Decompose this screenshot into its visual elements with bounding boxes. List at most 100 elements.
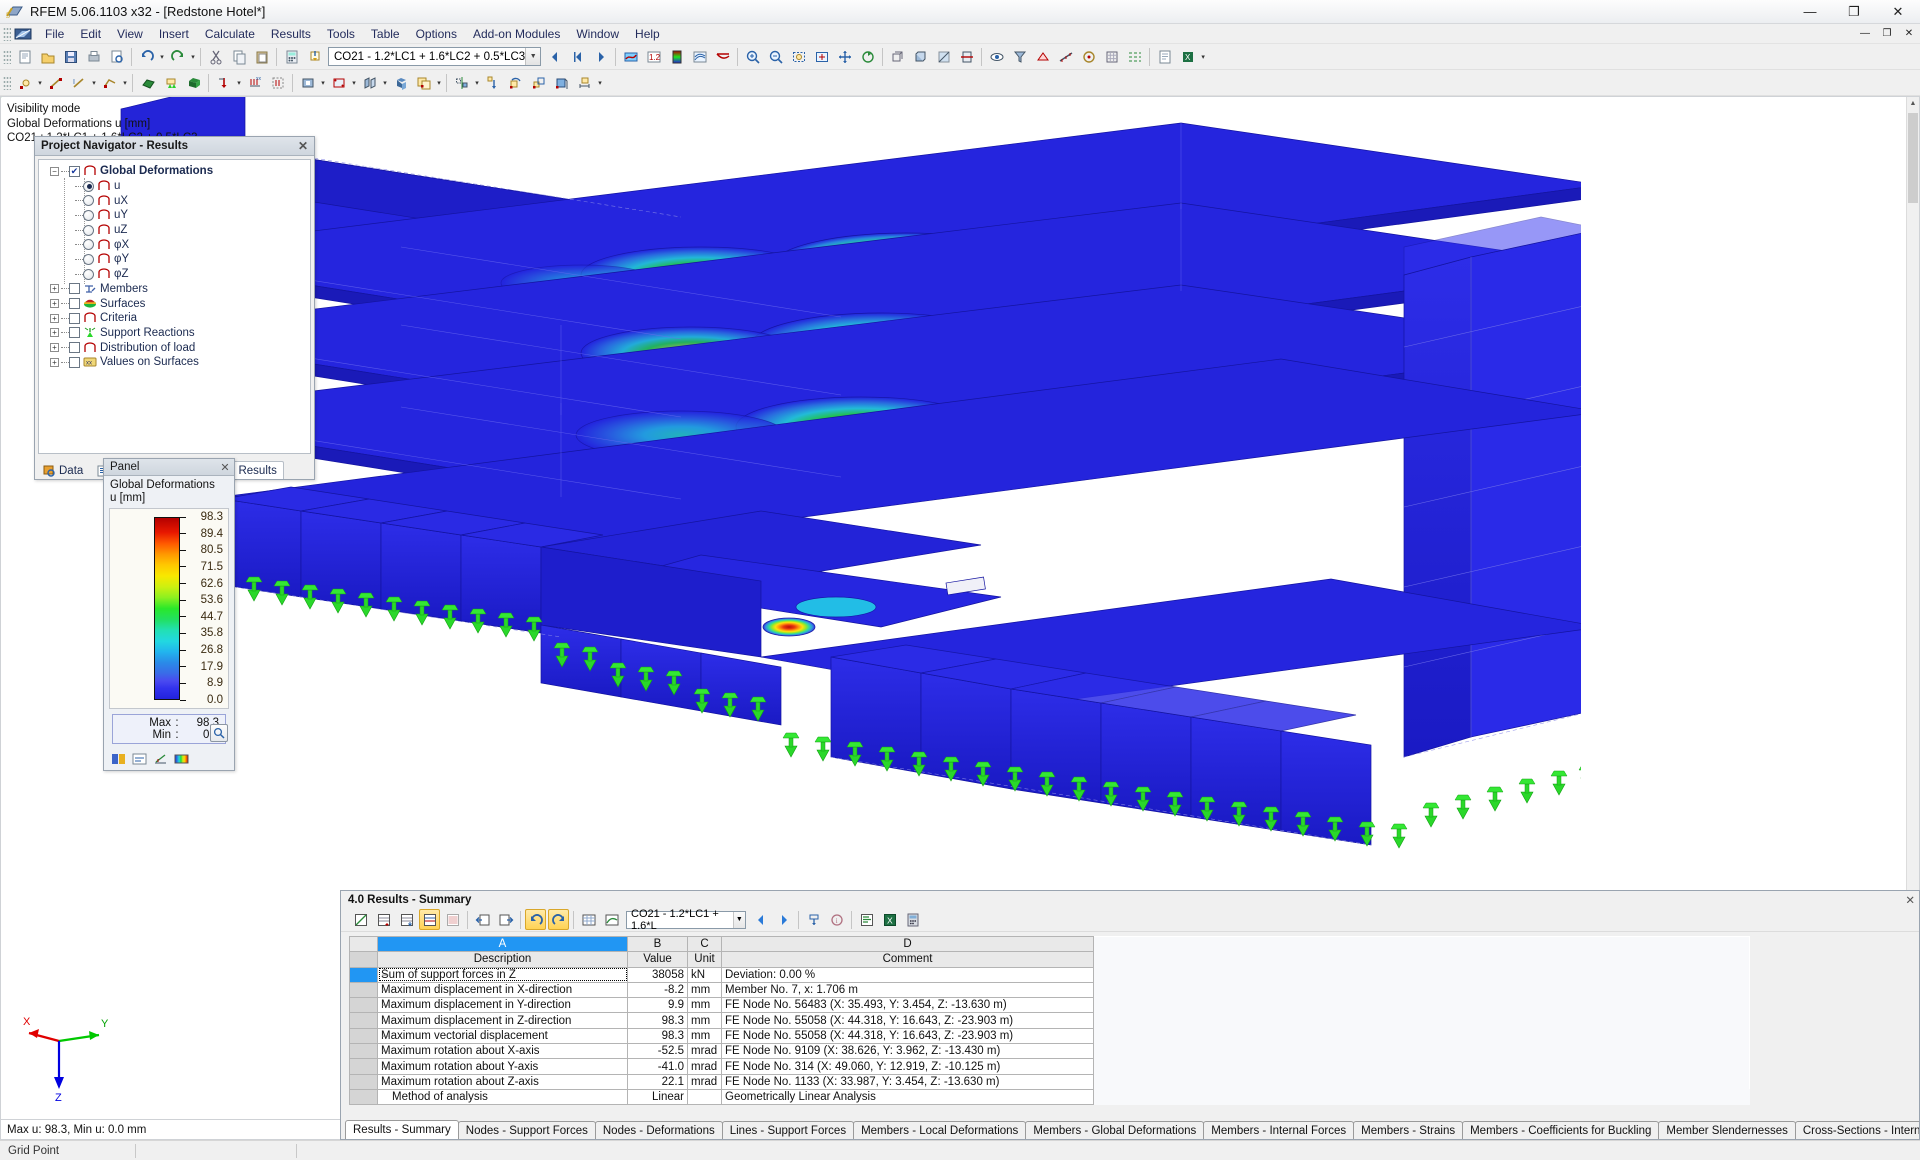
- table-calculator-icon[interactable]: [902, 909, 923, 930]
- print-icon[interactable]: [83, 46, 104, 67]
- surface-load-icon[interactable]: [267, 72, 288, 93]
- tab-results-summary[interactable]: Results - Summary: [345, 1120, 459, 1139]
- table-redo-icon[interactable]: [548, 909, 569, 930]
- tree-radio[interactable]: [83, 239, 94, 251]
- copy-icon[interactable]: [228, 46, 249, 67]
- redo-icon[interactable]: [167, 46, 188, 67]
- tree-item-phiy[interactable]: φY: [39, 252, 310, 267]
- navigator-tree[interactable]: − Global Deformations u: [38, 159, 311, 454]
- tab-nodes-support-forces[interactable]: Nodes - Support Forces: [457, 1121, 596, 1139]
- render-wireframe-icon[interactable]: [887, 46, 908, 67]
- tab-cross-sections-internal-forces[interactable]: Cross-Sections - Internal Forces: [1794, 1121, 1919, 1139]
- tree-radio[interactable]: [83, 253, 94, 265]
- new-node-icon[interactable]: [14, 72, 35, 93]
- table-next-page-icon[interactable]: [495, 909, 516, 930]
- tree-checkbox[interactable]: [69, 327, 80, 339]
- cell-value[interactable]: 22.1: [627, 1073, 688, 1090]
- panel-color-scale-icon[interactable]: [111, 752, 127, 767]
- panel-close-icon[interactable]: ✕: [219, 461, 231, 474]
- cell-value[interactable]: Linear: [627, 1088, 688, 1106]
- menu-view[interactable]: View: [109, 25, 151, 43]
- cell-value[interactable]: -8.2: [627, 981, 688, 999]
- row-selector[interactable]: [349, 1058, 378, 1075]
- cell-value[interactable]: 98.3: [627, 1012, 688, 1029]
- tree-radio[interactable]: [83, 195, 94, 207]
- menu-table[interactable]: Table: [363, 25, 408, 43]
- zoom-window-icon[interactable]: [788, 46, 809, 67]
- cell-unit[interactable]: mm: [687, 997, 722, 1014]
- row-selector[interactable]: [349, 997, 378, 1014]
- minimize-button[interactable]: —: [1788, 0, 1832, 24]
- tree-item-support-reactions[interactable]: + Support Reactions: [39, 326, 310, 341]
- cell-comment[interactable]: FE Node No. 1133 (X: 33.987, Y: 3.454, Z…: [721, 1073, 1094, 1090]
- transparency-icon[interactable]: [933, 46, 954, 67]
- panel-zoom-button[interactable]: [210, 724, 228, 742]
- row-selector[interactable]: [349, 1088, 378, 1106]
- cell-unit[interactable]: [687, 1088, 722, 1106]
- table-diagram-icon[interactable]: [601, 909, 622, 930]
- cell-comment[interactable]: FE Node No. 55058 (X: 44.318, Y: 16.643,…: [721, 1012, 1094, 1029]
- tree-item-uy[interactable]: uY: [39, 208, 310, 223]
- cell-description[interactable]: Maximum displacement in X-direction: [377, 981, 628, 999]
- row-selector[interactable]: [349, 981, 378, 999]
- opening-icon[interactable]: [297, 72, 318, 93]
- print-report-icon[interactable]: [1154, 46, 1175, 67]
- cell-value[interactable]: -52.5: [627, 1043, 688, 1060]
- tab-members-local-deformations[interactable]: Members - Local Deformations: [853, 1121, 1027, 1139]
- opening-caret[interactable]: ▾: [319, 73, 327, 93]
- section-icon[interactable]: [956, 46, 977, 67]
- results-next-case-icon[interactable]: [773, 909, 794, 930]
- copy-object-caret[interactable]: ▾: [435, 73, 443, 93]
- toolbar-grip-2[interactable]: [3, 75, 11, 90]
- solid-body-icon[interactable]: [390, 72, 411, 93]
- cell-value[interactable]: 38058: [627, 966, 688, 983]
- filter-icon[interactable]: [1009, 46, 1030, 67]
- tree-expander-icon[interactable]: +: [50, 343, 59, 353]
- new-member-caret[interactable]: ▾: [90, 73, 98, 93]
- guidelines-icon[interactable]: [1124, 46, 1145, 67]
- tree-checkbox[interactable]: [69, 165, 80, 177]
- tab-member-slendernesses[interactable]: Member Slendernesses: [1658, 1121, 1796, 1139]
- project-icon[interactable]: [551, 72, 572, 93]
- corner-cell[interactable]: [349, 935, 378, 953]
- new-node-caret[interactable]: ▾: [36, 73, 44, 93]
- table-prev-page-icon[interactable]: [472, 909, 493, 930]
- tree-expander-icon[interactable]: +: [50, 284, 59, 294]
- tab-nodes-deformations[interactable]: Nodes - Deformations: [594, 1121, 723, 1139]
- row-selector[interactable]: [349, 1027, 378, 1045]
- menu-results[interactable]: Results: [263, 25, 319, 43]
- menu-tools[interactable]: Tools: [319, 25, 363, 43]
- open-file-icon[interactable]: [37, 46, 58, 67]
- table-edit-icon[interactable]: [350, 909, 371, 930]
- navigator-tab-data[interactable]: Data: [38, 461, 90, 479]
- tree-item-surfaces[interactable]: + Surfaces: [39, 296, 310, 311]
- mdi-restore-button[interactable]: ❐: [1876, 25, 1898, 43]
- tree-item-criteria[interactable]: + Criteria: [39, 311, 310, 326]
- save-icon[interactable]: [60, 46, 81, 67]
- grid-toggle-icon[interactable]: [1101, 46, 1122, 67]
- new-polyline-caret[interactable]: ▾: [121, 73, 129, 93]
- menu-window[interactable]: Window: [568, 25, 627, 43]
- tree-item-u[interactable]: u: [39, 179, 310, 194]
- mirror-icon[interactable]: [451, 72, 472, 93]
- cell-unit[interactable]: mrad: [687, 1073, 722, 1090]
- cell-comment[interactable]: Deviation: 0.00 %: [721, 966, 1094, 983]
- table-delete-row-icon[interactable]: [396, 909, 417, 930]
- panel-factors-icon[interactable]: [132, 752, 148, 767]
- render-solid-icon[interactable]: [910, 46, 931, 67]
- tree-checkbox[interactable]: [69, 342, 80, 354]
- rotate-view-icon[interactable]: [857, 46, 878, 67]
- rigid-link-caret[interactable]: ▾: [350, 73, 358, 93]
- tree-expander-icon[interactable]: −: [50, 166, 59, 176]
- deformation-icon[interactable]: [712, 46, 733, 67]
- results-table[interactable]: A B C D Description Value Unit Comment –…: [349, 935, 1750, 1106]
- table-grid-view-icon[interactable]: [578, 909, 599, 930]
- menu-addon-modules[interactable]: Add-on Modules: [465, 25, 568, 43]
- menu-options[interactable]: Options: [408, 25, 465, 43]
- tree-item-distribution-of-load[interactable]: + Distribution of load: [39, 340, 310, 355]
- tree-item-uz[interactable]: uZ: [39, 223, 310, 238]
- dimension-icon[interactable]: [574, 72, 595, 93]
- cell-value[interactable]: 98.3: [627, 1027, 688, 1045]
- next-load-case-icon[interactable]: [590, 46, 611, 67]
- scale-icon[interactable]: [528, 72, 549, 93]
